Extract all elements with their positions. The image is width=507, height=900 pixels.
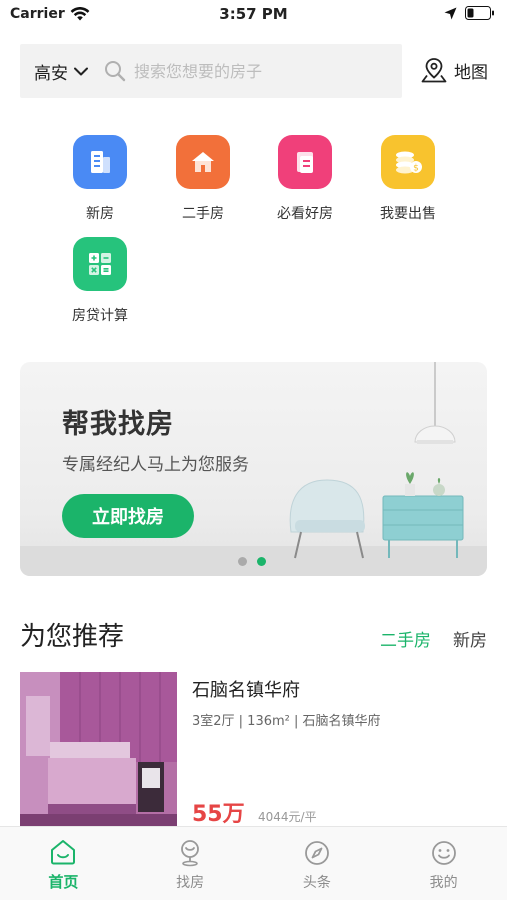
listing-meta: 3室2厅 | 136m² | 石脑名镇华府 xyxy=(192,714,381,729)
listing-title: 石脑名镇华府 xyxy=(192,680,300,701)
city-selector[interactable]: 高安 xyxy=(20,59,104,84)
category-mortgage-calculator[interactable]: 房贷计算 xyxy=(55,237,145,325)
listing-photo xyxy=(20,672,177,832)
recommend-title: 为您推荐 xyxy=(20,622,125,652)
bottom-tab-bar: 首页 找房 头条 我的 xyxy=(0,826,507,900)
tabbar-label: 我的 xyxy=(429,874,458,891)
chevron-down-icon xyxy=(74,67,88,75)
document-icon xyxy=(278,135,332,189)
carousel-dots xyxy=(238,557,266,566)
smiley-icon xyxy=(431,840,456,865)
category-label: 我要出售 xyxy=(380,206,436,222)
category-label: 二手房 xyxy=(182,206,224,222)
banner-subtitle: 专属经纪人马上为您服务 xyxy=(62,455,249,475)
banner-title: 帮我找房 xyxy=(62,409,174,440)
tabbar-find-house[interactable]: 找房 xyxy=(127,827,254,900)
status-indicators xyxy=(444,6,495,20)
search-bar: 高安 xyxy=(20,44,402,98)
location-pin-icon xyxy=(181,839,200,866)
tabbar-profile[interactable]: 我的 xyxy=(380,827,507,900)
clock: 3:57 PM xyxy=(219,5,288,23)
search-box xyxy=(104,60,402,82)
compass-icon xyxy=(304,840,329,865)
coins-icon: $ xyxy=(381,135,435,189)
tabbar-label: 头条 xyxy=(302,874,331,891)
category-label: 房贷计算 xyxy=(72,308,128,324)
house-icon xyxy=(176,135,230,189)
category-second-hand[interactable]: 二手房 xyxy=(158,135,248,223)
map-button[interactable]: 地图 xyxy=(420,56,488,84)
location-arrow-icon xyxy=(444,7,457,19)
search-icon xyxy=(105,61,126,82)
category-label: 新房 xyxy=(86,206,114,222)
category-must-see[interactable]: 必看好房 xyxy=(260,135,350,223)
status-bar: Carrier 3:57 PM xyxy=(0,0,507,30)
tabbar-headlines[interactable]: 头条 xyxy=(254,827,381,900)
home-icon xyxy=(51,840,76,865)
category-sell[interactable]: $ 我要出售 xyxy=(363,135,453,223)
find-house-button[interactable]: 立即找房 xyxy=(62,494,194,538)
furniture-illustration xyxy=(289,362,464,559)
category-label: 必看好房 xyxy=(277,206,333,222)
carousel-dot[interactable] xyxy=(238,557,247,566)
map-label: 地图 xyxy=(454,62,488,83)
building-icon xyxy=(73,135,127,189)
search-input[interactable] xyxy=(134,61,374,81)
recommend-tabs: 二手房 新房 xyxy=(380,626,487,651)
tabbar-label: 找房 xyxy=(176,874,205,891)
promo-banner[interactable]: 帮我找房 专属经纪人马上为您服务 立即找房 xyxy=(20,362,487,576)
listing-unit-price: 4044元/平 xyxy=(258,810,317,824)
map-pin-icon xyxy=(421,58,447,83)
category-new-house[interactable]: 新房 xyxy=(55,135,145,223)
svg-text:$: $ xyxy=(413,164,419,174)
tab-new-house[interactable]: 新房 xyxy=(453,626,487,651)
city-label: 高安 xyxy=(34,63,68,84)
battery-icon xyxy=(465,6,494,20)
carousel-dot-active[interactable] xyxy=(257,557,266,566)
tabbar-label: 首页 xyxy=(48,873,79,891)
calculator-icon xyxy=(73,237,127,291)
listing-price: 55万 xyxy=(192,802,245,827)
tab-second-hand[interactable]: 二手房 xyxy=(380,626,431,651)
tabbar-home[interactable]: 首页 xyxy=(0,827,127,900)
listing-card[interactable]: 石脑名镇华府 3室2厅 | 136m² | 石脑名镇华府 55万 4044元/平 xyxy=(20,672,487,832)
